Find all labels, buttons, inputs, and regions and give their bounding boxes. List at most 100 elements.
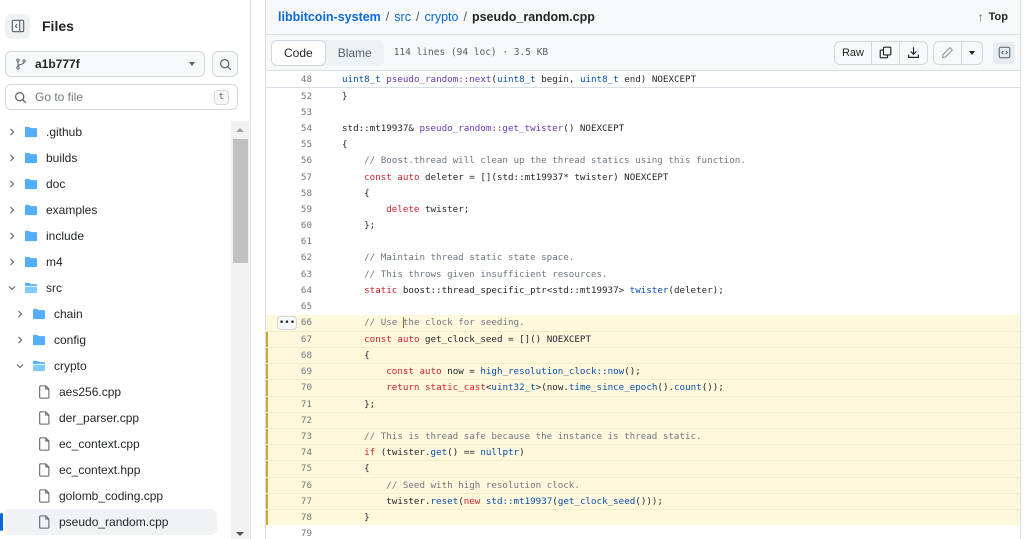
edit-options-dropdown[interactable] xyxy=(962,42,982,64)
chevron-right-icon[interactable] xyxy=(14,336,26,344)
code-line[interactable]: 68 { xyxy=(266,347,1020,364)
line-number[interactable]: 57 xyxy=(266,172,312,183)
code-line[interactable]: 71 }; xyxy=(266,395,1020,412)
search-code-button[interactable] xyxy=(212,51,238,77)
line-number[interactable]: 73 xyxy=(266,431,312,442)
tree-folder-chain[interactable]: chain xyxy=(0,301,228,327)
collapse-sidebar-button[interactable] xyxy=(5,13,30,39)
chevron-right-icon[interactable] xyxy=(6,258,18,266)
chevron-right-icon[interactable] xyxy=(6,206,18,214)
line-number[interactable]: 70 xyxy=(266,382,312,393)
line-number[interactable]: 79 xyxy=(266,528,312,539)
line-number[interactable]: 74 xyxy=(266,447,312,458)
code-line[interactable]: 65 xyxy=(266,298,1020,314)
tree-file[interactable]: golomb_coding.cpp xyxy=(0,483,228,509)
line-number[interactable]: 77 xyxy=(266,496,312,507)
tree-folder-m4[interactable]: m4 xyxy=(0,249,228,275)
sidebar-scrollbar[interactable] xyxy=(231,121,249,539)
raw-button[interactable]: Raw xyxy=(835,41,872,64)
chevron-down-icon[interactable] xyxy=(14,362,26,370)
symbols-panel-button[interactable] xyxy=(993,41,1015,64)
chevron-right-icon[interactable] xyxy=(6,232,18,240)
line-number[interactable]: 48 xyxy=(266,74,312,85)
chevron-down-icon[interactable] xyxy=(6,284,18,292)
scroll-up-arrow-icon[interactable] xyxy=(236,128,244,132)
line-number[interactable]: 71 xyxy=(266,399,312,410)
tree-file[interactable]: ec_context.hpp xyxy=(0,457,228,483)
code-line[interactable]: 72 xyxy=(266,411,1020,429)
code-line[interactable]: 70 return static_cast<uint32_t>(now.time… xyxy=(266,379,1020,396)
code-line[interactable]: 74 if (twister.get() == nullptr) xyxy=(266,444,1020,461)
tree-folder-github[interactable]: .github xyxy=(0,119,228,145)
chevron-right-icon[interactable] xyxy=(6,128,18,136)
code-line[interactable]: 63 // This throws given insufficient res… xyxy=(266,266,1020,282)
breadcrumb-src-link[interactable]: src xyxy=(394,10,411,24)
line-number[interactable]: 59 xyxy=(266,204,312,215)
chevron-right-icon[interactable] xyxy=(6,180,18,188)
sticky-code-line[interactable]: 48 uint8_t pseudo_random::next(uint8_t be… xyxy=(266,71,1020,88)
line-number[interactable]: 61 xyxy=(266,236,312,247)
code-line[interactable]: 79 xyxy=(266,525,1020,539)
tree-file[interactable]: pseudo_random.cpp xyxy=(0,509,217,535)
code-line[interactable]: 60 }; xyxy=(266,218,1020,234)
line-number[interactable]: 65 xyxy=(266,301,312,312)
scroll-down-arrow-icon[interactable] xyxy=(236,532,244,536)
line-number[interactable]: 58 xyxy=(266,188,312,199)
line-number[interactable]: 53 xyxy=(266,107,312,118)
code-line[interactable]: 57 const auto deleter = [](std::mt19937*… xyxy=(266,169,1020,185)
code-line[interactable]: 54 std::mt19937& pseudo_random::get_twist… xyxy=(266,120,1020,136)
line-number[interactable]: 54 xyxy=(266,123,312,134)
code-line[interactable]: 77 twister.reset(new std::mt19937(get_cl… xyxy=(266,492,1020,510)
line-number[interactable]: 60 xyxy=(266,220,312,231)
code-line[interactable]: 73 // This is thread safe because the in… xyxy=(266,427,1020,445)
code-line[interactable]: ••• 66 // Use the clock for seeding. xyxy=(266,314,1020,331)
code-line[interactable]: 59 delete twister; xyxy=(266,201,1020,217)
code-line[interactable]: 61 xyxy=(266,234,1020,250)
code-line[interactable]: 76 // Seed with high resolution clock. xyxy=(266,476,1020,493)
breadcrumb-crypto-link[interactable]: crypto xyxy=(424,10,458,24)
code-view[interactable]: 48 uint8_t pseudo_random::next(uint8_t be… xyxy=(266,71,1020,539)
code-line[interactable]: 53 xyxy=(266,104,1020,120)
line-number[interactable]: 64 xyxy=(266,285,312,296)
line-options-button[interactable]: ••• xyxy=(277,315,297,330)
line-number[interactable]: 75 xyxy=(266,463,312,474)
tree-folder-include[interactable]: include xyxy=(0,223,228,249)
code-line[interactable]: 75 { xyxy=(266,460,1020,477)
code-line[interactable]: 78 } xyxy=(266,508,1020,526)
tree-folder-builds[interactable]: builds xyxy=(0,145,228,171)
code-line[interactable]: 56 // Boost.thread will clean up the thr… xyxy=(266,153,1020,169)
code-line[interactable]: 64 static boost::thread_specific_ptr<std… xyxy=(266,282,1020,298)
code-line[interactable]: 55 { xyxy=(266,137,1020,153)
tree-folder-doc[interactable]: doc xyxy=(0,171,228,197)
tree-file[interactable]: ec_context.cpp xyxy=(0,431,228,457)
line-number[interactable]: 68 xyxy=(266,350,312,361)
tree-folder-examples[interactable]: examples xyxy=(0,197,228,223)
tree-file[interactable]: der_parser.cpp xyxy=(0,405,228,431)
edit-file-button[interactable] xyxy=(934,41,962,64)
tree-folder-src[interactable]: src xyxy=(0,275,228,301)
chevron-right-icon[interactable] xyxy=(14,310,26,318)
code-line[interactable]: 58 { xyxy=(266,185,1020,201)
go-to-file-field[interactable]: t xyxy=(5,84,238,110)
tree-folder-crypto[interactable]: crypto xyxy=(0,353,228,379)
chevron-right-icon[interactable] xyxy=(6,154,18,162)
line-number[interactable]: 76 xyxy=(266,480,312,491)
go-to-file-input[interactable] xyxy=(35,90,195,104)
code-line[interactable]: 52} xyxy=(266,88,1020,104)
code-line[interactable]: 62 // Maintain thread static state space… xyxy=(266,250,1020,266)
tab-blame[interactable]: Blame xyxy=(326,40,384,66)
back-to-top-button[interactable]: ↑ Top xyxy=(978,10,1008,24)
scrollbar-thumb[interactable] xyxy=(233,139,248,263)
code-line[interactable]: 67 const auto get_clock_seed = []() NOEX… xyxy=(266,330,1020,348)
tree-file[interactable]: aes256.cpp xyxy=(0,379,228,405)
line-number[interactable]: 62 xyxy=(266,252,312,263)
line-number[interactable]: 56 xyxy=(266,155,312,166)
copy-raw-button[interactable] xyxy=(872,41,900,64)
line-number[interactable]: 67 xyxy=(266,334,312,345)
line-number[interactable]: 72 xyxy=(266,415,312,426)
line-number[interactable]: 78 xyxy=(266,512,312,523)
breadcrumb-repo-link[interactable]: libbitcoin-system xyxy=(278,10,381,24)
download-button[interactable] xyxy=(900,42,927,64)
branch-selector[interactable]: a1b777f xyxy=(5,51,205,77)
tab-code[interactable]: Code xyxy=(271,39,326,66)
